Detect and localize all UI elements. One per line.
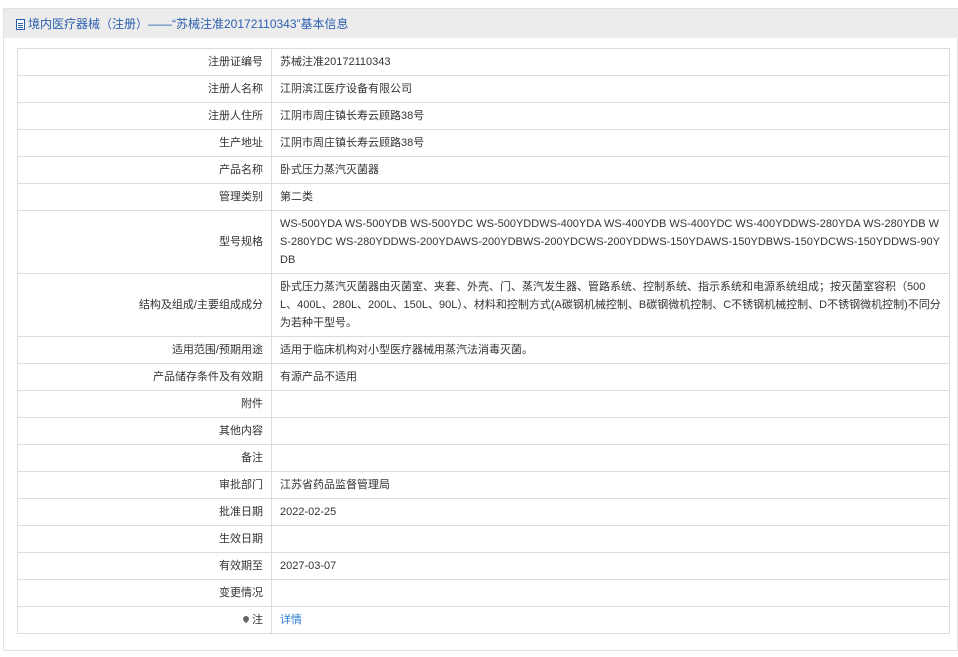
details-link[interactable]: 详情 <box>280 614 302 626</box>
field-label: 有效期至 <box>17 552 272 580</box>
field-value: 2027-03-07 <box>271 552 950 580</box>
table-row: 备注 <box>17 444 950 472</box>
field-label: 批准日期 <box>17 498 272 526</box>
field-label: 产品名称 <box>17 156 272 184</box>
field-value: 卧式压力蒸汽灭菌器 <box>271 156 950 184</box>
field-value: 江苏省药品监督管理局 <box>271 471 950 499</box>
field-label: 产品储存条件及有效期 <box>17 363 272 391</box>
field-value: 第二类 <box>271 183 950 211</box>
note-value-cell: 详情 <box>271 606 950 634</box>
table-row: 生产地址 江阴市周庄镇长寿云顾路38号 <box>17 129 950 157</box>
table-row: 注 详情 <box>17 606 950 634</box>
table-row: 其他内容 <box>17 417 950 445</box>
field-value: 江阴市周庄镇长寿云顾路38号 <box>271 129 950 157</box>
page-title: 境内医疗器械（注册）——“苏械注准20172110343”基本信息 <box>28 17 349 31</box>
table-row: 产品名称 卧式压力蒸汽灭菌器 <box>17 156 950 184</box>
field-value: 适用于临床机构对小型医疗器械用蒸汽法消毒灭菌。 <box>271 336 950 364</box>
field-value: 卧式压力蒸汽灭菌器由灭菌室、夹套、外壳、门、蒸汽发生器、管路系统、控制系统、指示… <box>271 273 950 337</box>
field-label: 注 <box>252 614 263 626</box>
document-icon <box>16 19 25 30</box>
table-row: 注册证编号 苏械注准20172110343 <box>17 48 950 76</box>
table-row: 附件 <box>17 390 950 418</box>
field-value <box>271 444 950 472</box>
field-value <box>271 390 950 418</box>
field-value <box>271 525 950 553</box>
field-label: 适用范围/预期用途 <box>17 336 272 364</box>
registration-info-panel: 境内医疗器械（注册）——“苏械注准20172110343”基本信息 注册证编号 … <box>3 8 958 651</box>
field-value: 2022-02-25 <box>271 498 950 526</box>
field-label: 其他内容 <box>17 417 272 445</box>
field-value <box>271 579 950 607</box>
field-value <box>271 417 950 445</box>
field-label: 型号规格 <box>17 210 272 274</box>
field-label: 结构及组成/主要组成成分 <box>17 273 272 337</box>
table-row: 有效期至 2027-03-07 <box>17 552 950 580</box>
table-row: 适用范围/预期用途 适用于临床机构对小型医疗器械用蒸汽法消毒灭菌。 <box>17 336 950 364</box>
table-row: 审批部门 江苏省药品监督管理局 <box>17 471 950 499</box>
info-table: 注册证编号 苏械注准20172110343 注册人名称 江阴滨江医疗设备有限公司… <box>17 48 950 634</box>
table-row: 结构及组成/主要组成成分 卧式压力蒸汽灭菌器由灭菌室、夹套、外壳、门、蒸汽发生器… <box>17 273 950 337</box>
field-label: 审批部门 <box>17 471 272 499</box>
field-label: 注册人住所 <box>17 102 272 130</box>
field-label: 附件 <box>17 390 272 418</box>
table-row: 批准日期 2022-02-25 <box>17 498 950 526</box>
field-label: 生效日期 <box>17 525 272 553</box>
field-label: 管理类别 <box>17 183 272 211</box>
field-label: 注册证编号 <box>17 48 272 76</box>
field-value: 苏械注准20172110343 <box>271 48 950 76</box>
field-value: 有源产品不适用 <box>271 363 950 391</box>
pin-icon <box>241 614 251 624</box>
field-label: 变更情况 <box>17 579 272 607</box>
field-value: WS-500YDA WS-500YDB WS-500YDC WS-500YDDW… <box>271 210 950 274</box>
field-value: 江阴市周庄镇长寿云顾路38号 <box>271 102 950 130</box>
note-label-cell: 注 <box>17 606 272 634</box>
table-row: 注册人住所 江阴市周庄镇长寿云顾路38号 <box>17 102 950 130</box>
table-row: 注册人名称 江阴滨江医疗设备有限公司 <box>17 75 950 103</box>
panel-header: 境内医疗器械（注册）——“苏械注准20172110343”基本信息 <box>4 8 958 38</box>
field-value: 江阴滨江医疗设备有限公司 <box>271 75 950 103</box>
field-label: 注册人名称 <box>17 75 272 103</box>
table-row: 变更情况 <box>17 579 950 607</box>
table-row: 型号规格 WS-500YDA WS-500YDB WS-500YDC WS-50… <box>17 210 950 274</box>
table-row: 生效日期 <box>17 525 950 553</box>
table-row: 管理类别 第二类 <box>17 183 950 211</box>
table-row: 产品储存条件及有效期 有源产品不适用 <box>17 363 950 391</box>
field-label: 备注 <box>17 444 272 472</box>
field-label: 生产地址 <box>17 129 272 157</box>
